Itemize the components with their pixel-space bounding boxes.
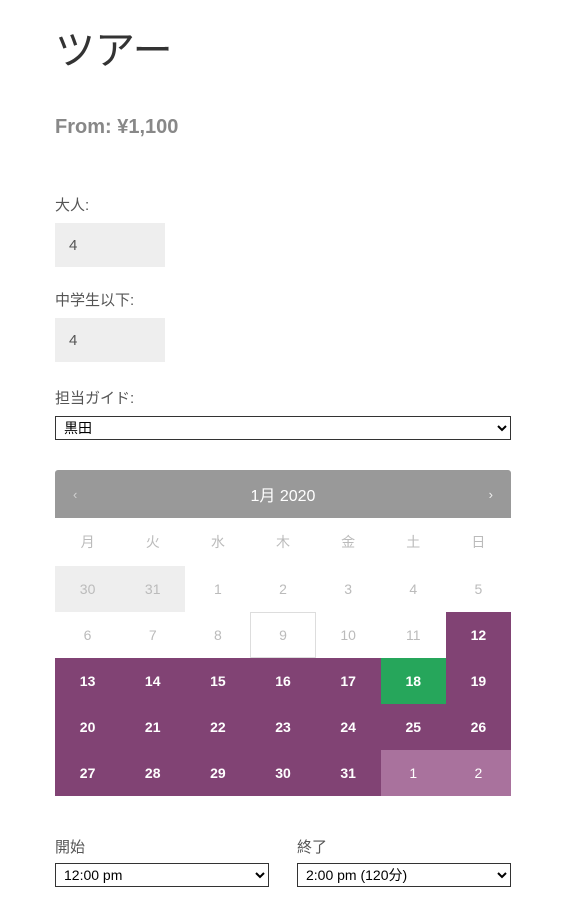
calendar-day[interactable]: 25: [381, 704, 446, 750]
calendar-day[interactable]: 30: [55, 566, 120, 612]
calendar-dow: 金: [316, 518, 381, 566]
calendar-day[interactable]: 1: [381, 750, 446, 796]
calendar-day[interactable]: 27: [55, 750, 120, 796]
guide-field-group: 担当ガイド: 黒田: [55, 387, 511, 440]
end-time-col: 終了 2:00 pm (120分): [297, 836, 511, 887]
calendar-header: ‹ 1月 2020 ›: [55, 470, 511, 518]
calendar-dow: 水: [185, 518, 250, 566]
calendar-day[interactable]: 2: [250, 566, 315, 612]
calendar-dow-row: 月火水木金土日: [55, 518, 511, 566]
calendar-day[interactable]: 20: [55, 704, 120, 750]
end-time-select[interactable]: 2:00 pm (120分): [297, 863, 511, 887]
calendar-day[interactable]: 22: [185, 704, 250, 750]
calendar-days-grid: 3031123456789101112131415161718192021222…: [55, 566, 511, 796]
calendar-day[interactable]: 2: [446, 750, 511, 796]
calendar: ‹ 1月 2020 › 月火水木金土日 30311234567891011121…: [55, 470, 511, 796]
calendar-day[interactable]: 12: [446, 612, 511, 658]
start-time-label: 開始: [55, 836, 269, 857]
adult-label: 大人:: [55, 194, 511, 215]
price-prefix: From:: [55, 116, 117, 138]
calendar-day[interactable]: 31: [120, 566, 185, 612]
calendar-day[interactable]: 23: [250, 704, 315, 750]
calendar-day[interactable]: 10: [316, 612, 381, 658]
calendar-dow: 木: [250, 518, 315, 566]
adult-input[interactable]: [55, 223, 165, 267]
calendar-day[interactable]: 7: [120, 612, 185, 658]
calendar-next-icon[interactable]: ›: [489, 487, 493, 502]
calendar-day[interactable]: 11: [381, 612, 446, 658]
price-value: ¥1,100: [117, 116, 178, 138]
calendar-day[interactable]: 1: [185, 566, 250, 612]
start-time-col: 開始 12:00 pm: [55, 836, 269, 887]
guide-select[interactable]: 黒田: [55, 416, 511, 440]
calendar-day[interactable]: 29: [185, 750, 250, 796]
calendar-day[interactable]: 8: [185, 612, 250, 658]
calendar-day[interactable]: 17: [316, 658, 381, 704]
calendar-day[interactable]: 3: [316, 566, 381, 612]
calendar-day[interactable]: 19: [446, 658, 511, 704]
child-field-group: 中学生以下:: [55, 289, 511, 362]
calendar-day[interactable]: 4: [381, 566, 446, 612]
calendar-day[interactable]: 21: [120, 704, 185, 750]
calendar-day[interactable]: 30: [250, 750, 315, 796]
start-time-select[interactable]: 12:00 pm: [55, 863, 269, 887]
calendar-month-label: 1月 2020: [251, 482, 316, 506]
calendar-day[interactable]: 9: [250, 612, 315, 658]
calendar-dow: 火: [120, 518, 185, 566]
calendar-day[interactable]: 5: [446, 566, 511, 612]
guide-label: 担当ガイド:: [55, 387, 511, 408]
calendar-dow: 日: [446, 518, 511, 566]
end-time-label: 終了: [297, 836, 511, 857]
calendar-day[interactable]: 6: [55, 612, 120, 658]
calendar-dow: 土: [381, 518, 446, 566]
time-row: 開始 12:00 pm 終了 2:00 pm (120分): [55, 836, 511, 887]
calendar-day[interactable]: 24: [316, 704, 381, 750]
calendar-day[interactable]: 18: [381, 658, 446, 704]
page-title: ツアー: [55, 18, 511, 76]
calendar-prev-icon[interactable]: ‹: [73, 487, 77, 502]
calendar-day[interactable]: 16: [250, 658, 315, 704]
child-input[interactable]: [55, 318, 165, 362]
child-label: 中学生以下:: [55, 289, 511, 310]
calendar-day[interactable]: 31: [316, 750, 381, 796]
calendar-day[interactable]: 14: [120, 658, 185, 704]
price-line: From: ¥1,100: [55, 116, 511, 139]
calendar-day[interactable]: 26: [446, 704, 511, 750]
calendar-day[interactable]: 28: [120, 750, 185, 796]
adult-field-group: 大人:: [55, 194, 511, 267]
calendar-dow: 月: [55, 518, 120, 566]
calendar-day[interactable]: 13: [55, 658, 120, 704]
calendar-day[interactable]: 15: [185, 658, 250, 704]
